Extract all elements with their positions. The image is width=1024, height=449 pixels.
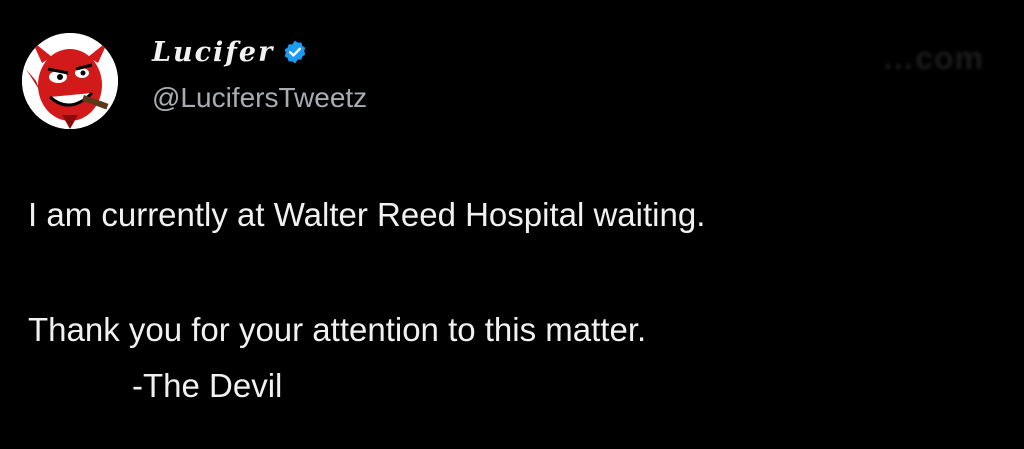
author-name-row: Lucifer	[152, 34, 308, 70]
tweet-card: Lucifer @LucifersTweetz …com I am curren…	[0, 0, 1024, 449]
tweet-signature: -The Devil	[132, 367, 283, 404]
author-handle[interactable]: @LucifersTweetz	[152, 82, 367, 114]
verified-badge-icon[interactable]	[282, 39, 308, 65]
watermark: …com	[882, 40, 984, 76]
author-display-name[interactable]: Lucifer	[152, 37, 274, 68]
author-avatar[interactable]	[22, 33, 118, 129]
tweet-text-line: I am currently at Walter Reed Hospital w…	[28, 196, 706, 233]
devil-avatar-icon	[22, 33, 118, 129]
tweet-text-line: Thank you for your attention to this mat…	[28, 311, 647, 348]
